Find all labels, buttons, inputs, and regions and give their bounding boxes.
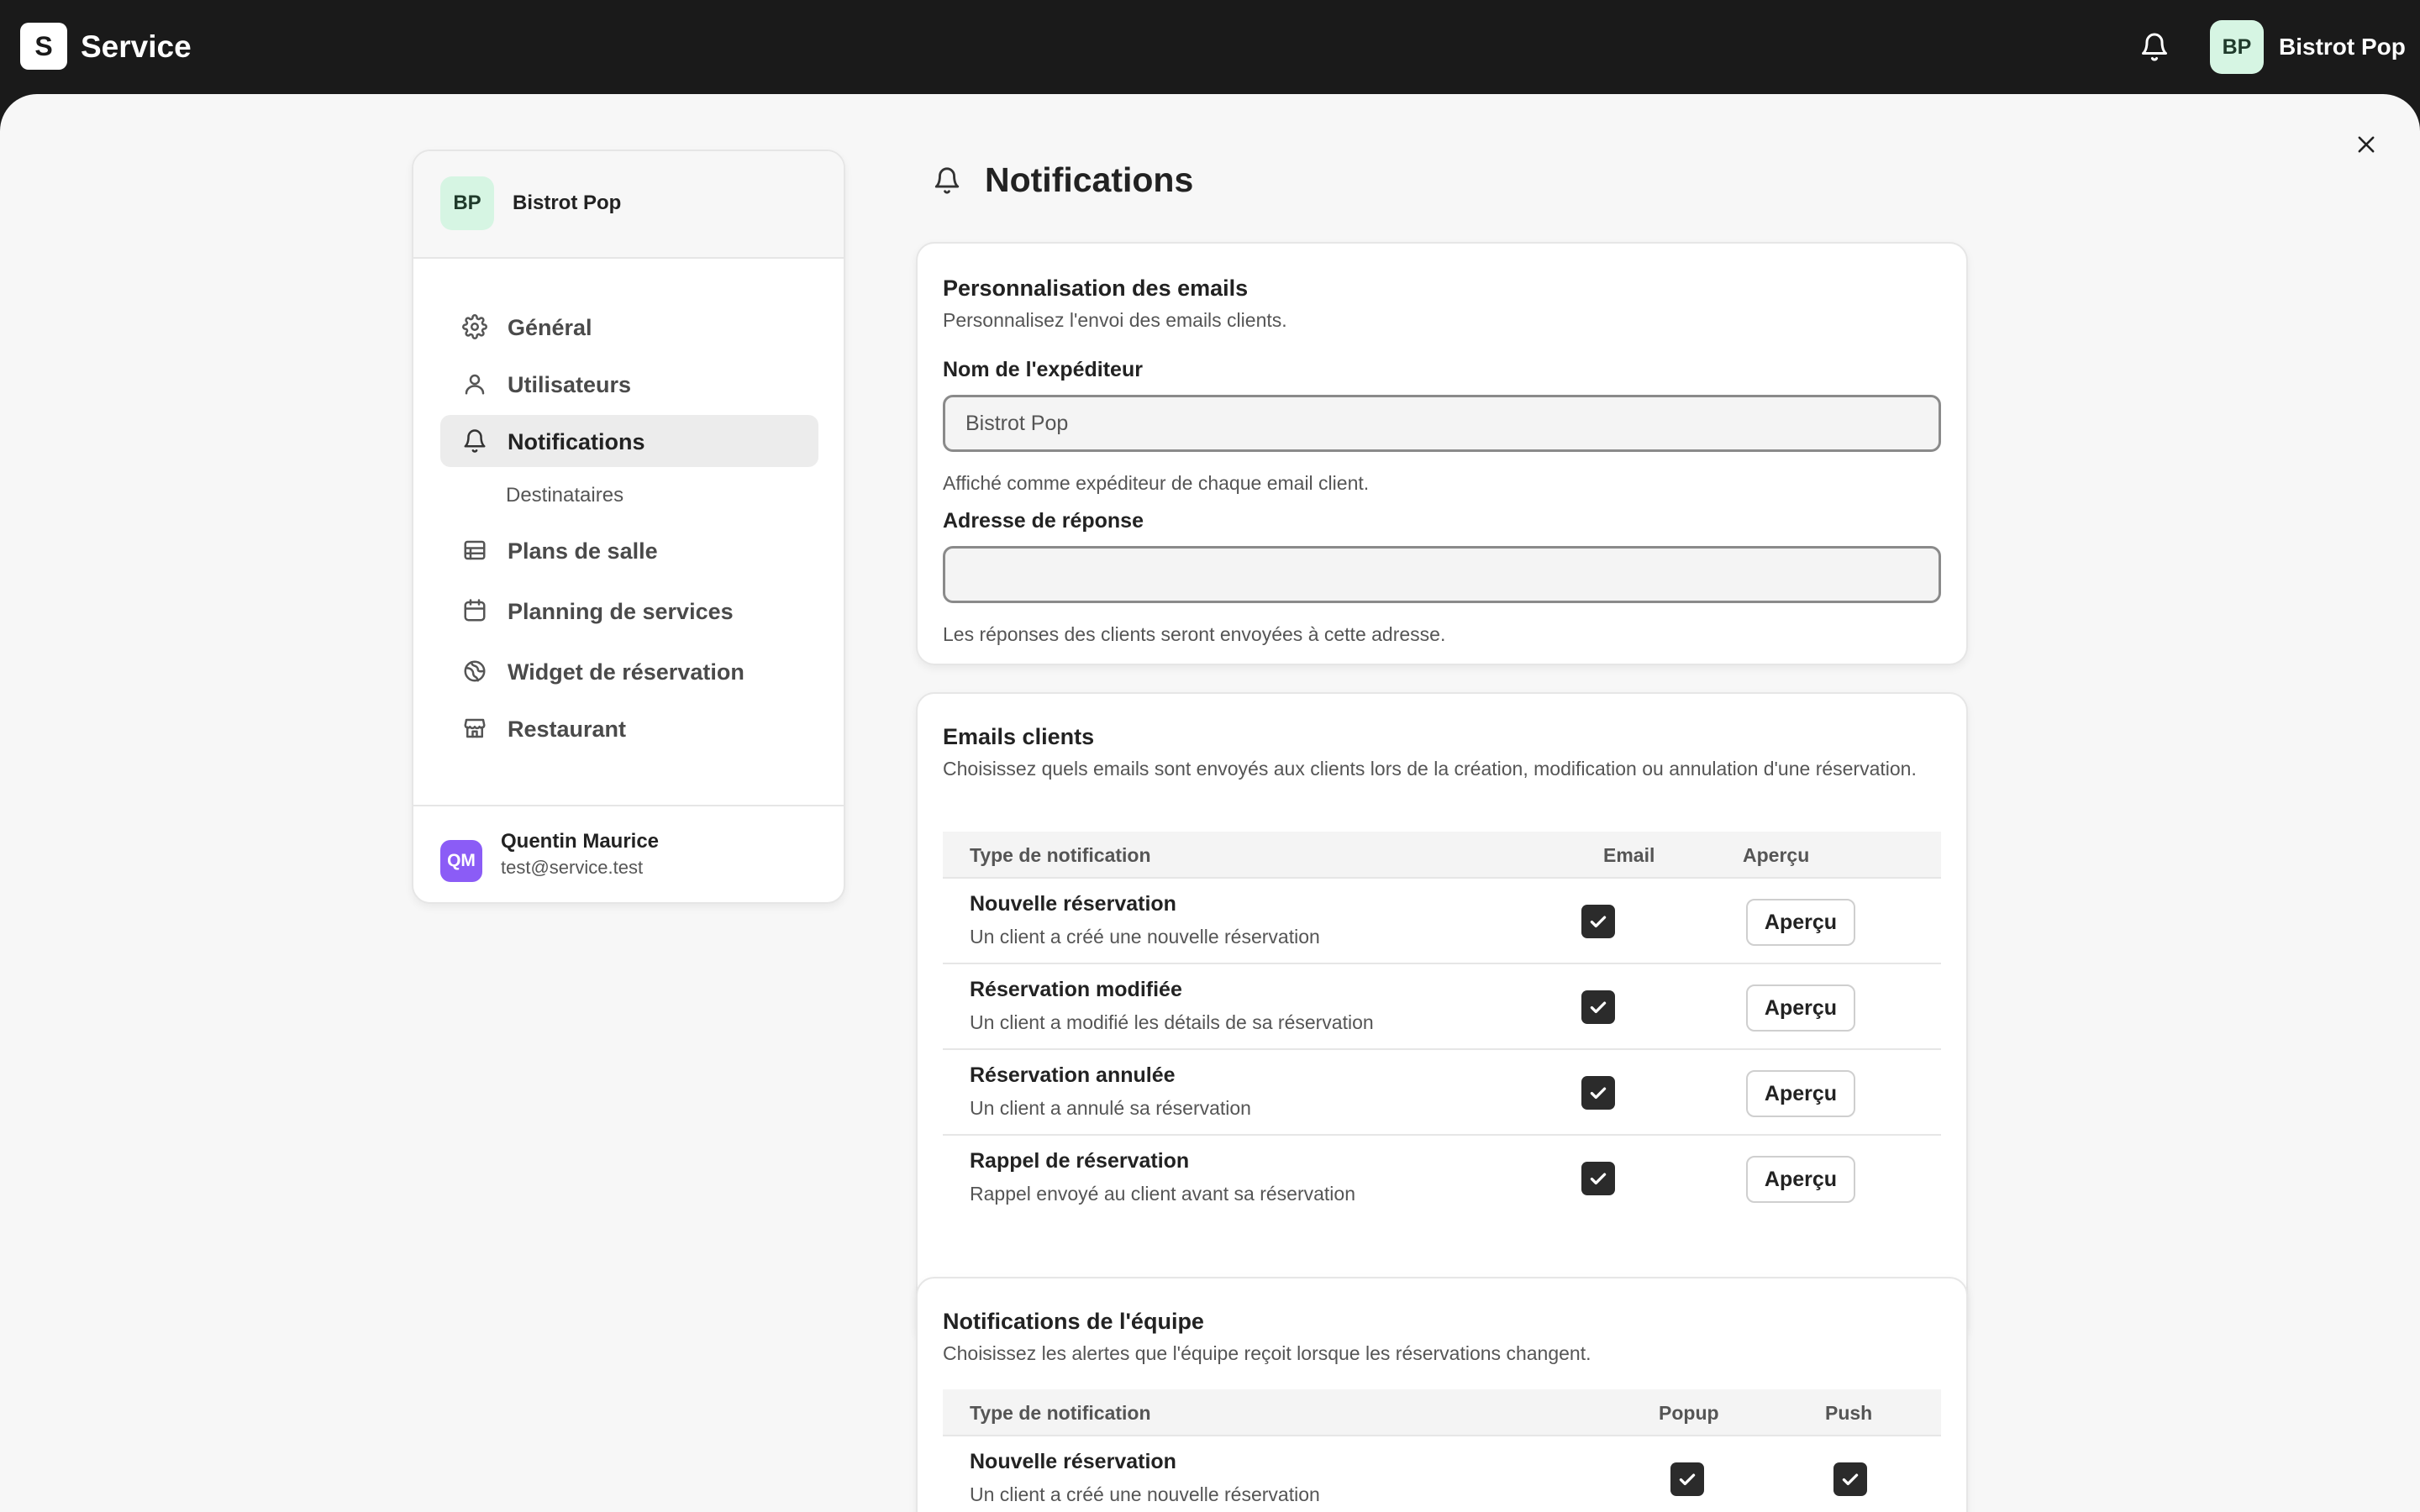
preview-button[interactable]: Aperçu bbox=[1746, 899, 1855, 946]
sidebar-item-floor-plans[interactable]: Plans de salle bbox=[440, 524, 818, 576]
settings-sidebar: BP Bistrot Pop Général Utilisateurs Noti… bbox=[412, 150, 845, 904]
user-icon bbox=[462, 371, 487, 396]
sidebar-item-booking-widget[interactable]: Widget de réservation bbox=[440, 645, 818, 697]
sidebar-item-label: Planning de services bbox=[508, 599, 734, 624]
notification-description: Rappel envoyé au client avant sa réserva… bbox=[970, 1183, 1356, 1205]
top-bar: S Service BP Bistrot Pop bbox=[0, 0, 2420, 94]
reply-address-input[interactable] bbox=[943, 546, 1941, 603]
sidebar-subitem-recipients[interactable]: Destinataires bbox=[506, 484, 623, 507]
check-icon bbox=[1679, 1473, 1696, 1486]
sidebar-item-general[interactable]: Général bbox=[440, 301, 818, 353]
settings-panel: BP Bistrot Pop Général Utilisateurs Noti… bbox=[0, 94, 2420, 1512]
user-email: test@service.test bbox=[501, 857, 644, 878]
account-name[interactable]: Bistrot Pop bbox=[2279, 32, 2406, 62]
sidebar-item-users[interactable]: Utilisateurs bbox=[440, 358, 818, 410]
column-header: Aperçu bbox=[1743, 844, 1810, 866]
gear-icon bbox=[462, 314, 487, 339]
card-description: Personnalisez l'envoi des emails clients… bbox=[943, 309, 1287, 331]
table-row: Réservation modifiée Un client a modifié… bbox=[943, 964, 1941, 1050]
preview-button[interactable]: Aperçu bbox=[1746, 1070, 1855, 1117]
column-header: Popup bbox=[1659, 1402, 1719, 1424]
globe-icon bbox=[462, 659, 487, 684]
column-header: Type de notification bbox=[970, 844, 1151, 866]
bell-icon bbox=[933, 166, 961, 195]
sidebar-divider bbox=[413, 805, 844, 806]
sidebar-item-label: Notifications bbox=[508, 429, 645, 454]
user-name: Quentin Maurice bbox=[501, 830, 660, 853]
client-emails-card: Emails clients Choisissez quels emails s… bbox=[916, 692, 1968, 1342]
table-header: Type de notification Popup Push bbox=[943, 1389, 1941, 1436]
org-avatar: BP bbox=[440, 176, 494, 230]
notification-title: Réservation modifiée bbox=[970, 978, 1182, 1001]
sender-name-input[interactable] bbox=[943, 395, 1941, 452]
sidebar-item-label: Widget de réservation bbox=[508, 659, 744, 685]
notification-title: Réservation annulée bbox=[970, 1063, 1176, 1087]
sender-name-help: Affiché comme expéditeur de chaque email… bbox=[943, 472, 1370, 494]
calendar-icon bbox=[462, 598, 487, 623]
sidebar-item-service-planning[interactable]: Planning de services bbox=[440, 585, 818, 637]
table-row: Nouvelle réservation Un client a créé un… bbox=[943, 1436, 1941, 1512]
floor-plan-icon bbox=[462, 538, 487, 563]
notification-title: Nouvelle réservation bbox=[970, 892, 1176, 916]
notification-description: Un client a modifié les détails de sa ré… bbox=[970, 1011, 1374, 1033]
table-row: Nouvelle réservation Un client a créé un… bbox=[943, 879, 1941, 964]
preview-button[interactable]: Aperçu bbox=[1746, 984, 1855, 1032]
email-settings-card: Personnalisation des emails Personnalise… bbox=[916, 242, 1968, 665]
close-icon[interactable] bbox=[2349, 128, 2383, 161]
page-title: Notifications bbox=[985, 160, 1194, 199]
org-name: Bistrot Pop bbox=[513, 192, 622, 214]
app-logo[interactable]: S bbox=[20, 23, 67, 70]
card-title: Personnalisation des emails bbox=[943, 276, 1249, 301]
email-checkbox[interactable] bbox=[1581, 990, 1615, 1024]
push-checkbox[interactable] bbox=[1833, 1462, 1867, 1496]
notification-description: Un client a annulé sa réservation bbox=[970, 1097, 1251, 1119]
bell-icon[interactable] bbox=[2139, 32, 2170, 62]
sidebar-item-label: Général bbox=[508, 315, 592, 340]
app-name[interactable]: Service bbox=[81, 27, 192, 67]
reply-address-label: Adresse de réponse bbox=[943, 509, 1144, 533]
account-avatar[interactable]: BP bbox=[2210, 20, 2264, 74]
bell-icon bbox=[462, 428, 487, 454]
check-icon bbox=[1590, 1173, 1607, 1185]
sidebar-item-label: Plans de salle bbox=[508, 538, 658, 564]
sidebar-item-restaurant[interactable]: Restaurant bbox=[440, 702, 818, 754]
check-icon bbox=[1590, 916, 1607, 928]
notification-title: Nouvelle réservation bbox=[970, 1450, 1176, 1473]
table-row: Rappel de réservation Rappel envoyé au c… bbox=[943, 1136, 1941, 1221]
check-icon bbox=[1590, 1001, 1607, 1014]
sidebar-item-notifications[interactable]: Notifications bbox=[440, 415, 818, 467]
popup-checkbox[interactable] bbox=[1670, 1462, 1704, 1496]
table-header: Type de notification Email Aperçu bbox=[943, 832, 1941, 879]
notification-description: Un client a créé une nouvelle réservatio… bbox=[970, 926, 1320, 948]
reply-address-help: Les réponses des clients seront envoyées… bbox=[943, 623, 1446, 645]
store-icon bbox=[462, 716, 487, 741]
card-description: Choisissez quels emails sont envoyés aux… bbox=[943, 758, 1917, 780]
column-header: Email bbox=[1603, 844, 1655, 866]
email-checkbox[interactable] bbox=[1581, 905, 1615, 938]
email-checkbox[interactable] bbox=[1581, 1162, 1615, 1195]
card-title: Emails clients bbox=[943, 724, 1095, 749]
team-notifications-card: Notifications de l'équipe Choisissez les… bbox=[916, 1277, 1968, 1512]
notification-title: Rappel de réservation bbox=[970, 1149, 1190, 1173]
column-header: Push bbox=[1825, 1402, 1873, 1424]
check-icon bbox=[1590, 1087, 1607, 1100]
card-title: Notifications de l'équipe bbox=[943, 1309, 1204, 1334]
sidebar-item-label: Restaurant bbox=[508, 717, 627, 742]
check-icon bbox=[1842, 1473, 1859, 1486]
preview-button[interactable]: Aperçu bbox=[1746, 1156, 1855, 1203]
column-header: Type de notification bbox=[970, 1402, 1151, 1424]
email-checkbox[interactable] bbox=[1581, 1076, 1615, 1110]
sender-name-label: Nom de l'expéditeur bbox=[943, 358, 1143, 381]
sidebar-item-label: Utilisateurs bbox=[508, 372, 632, 397]
card-description: Choisissez les alertes que l'équipe reço… bbox=[943, 1342, 1591, 1364]
sidebar-org-header: BP Bistrot Pop bbox=[413, 151, 844, 259]
notification-description: Un client a créé une nouvelle réservatio… bbox=[970, 1483, 1320, 1505]
table-row: Réservation annulée Un client a annulé s… bbox=[943, 1050, 1941, 1136]
user-avatar[interactable]: QM bbox=[440, 840, 482, 882]
